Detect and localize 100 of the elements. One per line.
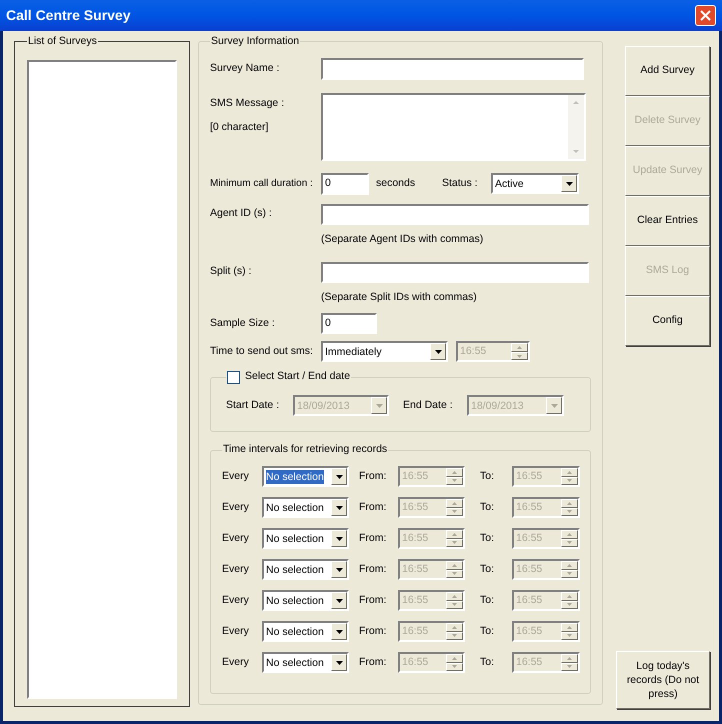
field-label: Start Date : xyxy=(226,398,280,411)
field-label: Split (s) : xyxy=(210,265,252,278)
field-label: From: xyxy=(359,562,386,575)
down-arrow-icon xyxy=(452,510,457,514)
hint-text: (Separate Agent IDs with commas) xyxy=(321,232,484,245)
down-arrow-icon xyxy=(567,665,572,668)
down-arrow-icon xyxy=(452,634,457,638)
field-label: Every xyxy=(222,470,249,482)
down-arrow-icon xyxy=(567,479,572,482)
action-button[interactable]: Config xyxy=(625,296,710,346)
down-arrow-icon xyxy=(567,572,572,576)
up-arrow-icon xyxy=(567,564,572,567)
field-label: Survey Name : xyxy=(210,62,280,74)
hint-text: (Separate Split IDs with commas) xyxy=(321,290,477,302)
down-arrow-icon xyxy=(567,603,572,606)
window-title: Call Centre Survey xyxy=(6,6,130,25)
text-field[interactable] xyxy=(321,58,584,80)
down-arrow-icon xyxy=(452,603,457,606)
field-label: From: xyxy=(359,470,386,482)
down-arrow-icon xyxy=(452,479,457,482)
caret-icon xyxy=(376,404,382,408)
spin-up-button[interactable] xyxy=(561,654,578,662)
up-arrow-icon xyxy=(452,626,457,629)
up-arrow-icon xyxy=(567,656,572,660)
checkbox-label: Select Start / End date xyxy=(245,369,350,384)
field-label: From: xyxy=(359,624,386,637)
spin-up-button[interactable] xyxy=(561,530,578,538)
up-arrow-icon xyxy=(567,532,572,536)
field-label: To: xyxy=(480,624,494,637)
caret-icon xyxy=(336,598,342,602)
caret-icon xyxy=(566,182,572,186)
field-label: Every xyxy=(222,562,249,575)
up-arrow-icon xyxy=(567,502,572,505)
up-arrow-icon xyxy=(517,346,522,349)
field-label: Sample Size : xyxy=(210,316,275,329)
group-title: Time intervals for retrieving records xyxy=(222,442,388,458)
dropdown-field[interactable]: Active xyxy=(491,173,579,194)
caret-icon xyxy=(550,404,558,408)
caret-icon xyxy=(336,474,342,478)
down-arrow-icon xyxy=(567,541,572,544)
spin-up-button[interactable] xyxy=(561,468,578,476)
down-arrow-icon xyxy=(452,665,457,668)
field-label: To: xyxy=(480,500,494,513)
field-label: To: xyxy=(480,470,494,482)
message-field[interactable] xyxy=(321,92,586,161)
spin-up-button[interactable] xyxy=(561,592,578,600)
up-arrow-icon xyxy=(567,594,572,598)
field-label: From: xyxy=(359,500,386,513)
field-label: Every xyxy=(222,624,249,637)
down-arrow-icon xyxy=(517,354,522,358)
caret-icon xyxy=(336,506,342,510)
up-arrow-icon xyxy=(567,626,572,629)
field-label: Minimum call duration : xyxy=(210,178,313,190)
caret-icon xyxy=(336,660,342,664)
group-title: List of Surveys xyxy=(27,34,98,49)
caret-icon xyxy=(336,630,342,634)
field-label: Every xyxy=(222,532,249,544)
up-arrow-icon xyxy=(452,656,457,660)
action-button[interactable]: Add Survey xyxy=(625,46,710,96)
spin-up-button[interactable] xyxy=(561,623,578,632)
up-arrow-icon xyxy=(452,502,457,505)
field-label: To: xyxy=(480,562,494,575)
up-arrow-icon xyxy=(452,564,457,567)
dropdown-button[interactable] xyxy=(561,175,577,192)
spin-up-button[interactable] xyxy=(561,561,578,570)
field-label: To: xyxy=(480,532,494,544)
up-arrow-icon xyxy=(567,470,572,474)
field-label: seconds xyxy=(376,176,416,189)
spin-up-button[interactable] xyxy=(561,499,578,508)
action-button[interactable]: Log today's records (Do not press) xyxy=(616,651,710,709)
up-arrow-icon xyxy=(573,100,579,104)
caret-icon xyxy=(336,568,342,572)
action-button[interactable]: Clear Entries xyxy=(625,196,710,246)
close-icon xyxy=(700,10,711,21)
down-arrow-icon xyxy=(567,510,572,514)
field-label: From: xyxy=(359,594,386,606)
caret-icon xyxy=(434,350,442,354)
scrollbar[interactable] xyxy=(568,94,584,159)
field-label: Every xyxy=(222,500,249,513)
text-field[interactable] xyxy=(321,204,589,225)
close-button[interactable] xyxy=(695,5,716,26)
field-label: SMS Message : xyxy=(210,96,286,111)
down-arrow-icon xyxy=(567,634,572,638)
field-label: Agent ID (s) : xyxy=(210,207,272,220)
text-field[interactable]: 0 xyxy=(321,313,377,334)
up-arrow-icon xyxy=(452,470,457,474)
text-field[interactable] xyxy=(321,262,589,282)
character-count: [0 character] xyxy=(210,120,270,134)
group-title: Survey Information xyxy=(210,34,300,49)
field-label: Status : xyxy=(442,176,478,189)
text-field[interactable]: 0 xyxy=(321,172,369,195)
field-label: End Date : xyxy=(403,398,453,411)
caret-icon xyxy=(336,536,342,540)
up-arrow-icon xyxy=(452,532,457,536)
field-label: Time to send out sms: xyxy=(210,344,313,357)
dropdown-field[interactable]: Immediately xyxy=(321,341,448,362)
field-label: From: xyxy=(359,532,386,544)
dropdown-button[interactable] xyxy=(430,343,446,360)
down-arrow-icon xyxy=(452,541,457,544)
down-arrow-icon xyxy=(573,150,579,153)
